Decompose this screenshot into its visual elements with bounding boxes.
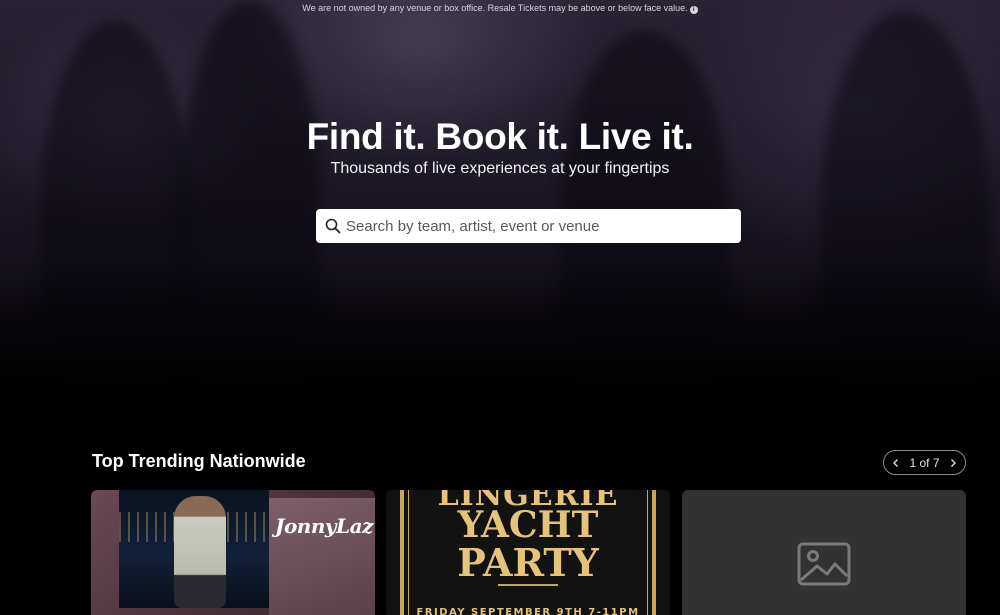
image-icon (797, 542, 851, 586)
event-card-photo (119, 490, 269, 608)
event-card-yacht-party[interactable]: LINGERIE YACHT PARTY FRIDAY SEPTEMBER 9T… (386, 490, 670, 615)
chevron-left-icon[interactable] (891, 458, 901, 468)
hero-subhead: Thousands of live experiences at your fi… (330, 160, 670, 177)
performer-logo: JonnyLaz (275, 514, 373, 538)
info-icon[interactable]: i (689, 6, 698, 14)
resale-notice: We are not owned by any venue or box off… (0, 3, 1000, 14)
hero-banner: We are not owned by any venue or box off… (0, 0, 1000, 420)
event-card-jonnylaz[interactable]: JonnyLaz (91, 490, 375, 615)
event-card-placeholder[interactable] (682, 490, 966, 615)
resale-notice-text: We are not owned by any venue or box off… (302, 3, 688, 13)
search-bar[interactable] (316, 209, 741, 243)
search-input[interactable] (346, 211, 726, 241)
chevron-right-icon[interactable] (948, 458, 958, 468)
search-icon[interactable] (325, 218, 341, 234)
section-title-trending: Top Trending Nationwide (92, 451, 306, 471)
performer-image (174, 496, 226, 608)
hero-headline: Find it. Book it. Live it. (306, 116, 694, 157)
poster-date-line: FRIDAY SEPTEMBER 9TH 7-11PM (416, 607, 640, 615)
pager-count: 1 of 7 (909, 455, 940, 470)
poster-line-3: PARTY (457, 540, 599, 585)
carousel-pager: 1 of 7 (883, 450, 966, 475)
poster-ornament (498, 584, 558, 586)
hero-fade (0, 260, 1000, 420)
